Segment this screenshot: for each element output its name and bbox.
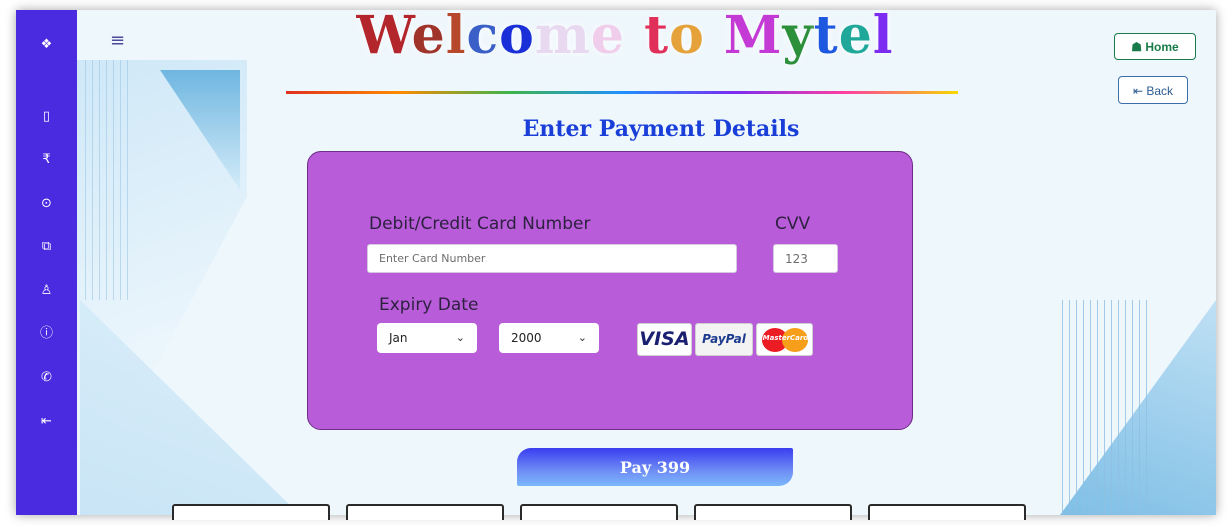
mastercard-logo: MasterCard xyxy=(756,323,813,356)
background-stripes-left xyxy=(85,60,130,300)
copy-icon[interactable]: ⧉ xyxy=(16,239,77,255)
title-letter: m xyxy=(534,5,591,66)
home-button[interactable]: ☗ Home xyxy=(1114,33,1196,60)
expiry-month-select[interactable]: Jan ⌄ xyxy=(377,323,477,353)
phone-icon[interactable]: ✆ xyxy=(16,370,77,386)
title-letter: M xyxy=(723,5,783,66)
cvv-input[interactable]: 123 xyxy=(773,244,838,273)
mastercard-text: MasterCard xyxy=(762,334,809,342)
logout-icon[interactable]: ⇤ xyxy=(16,414,77,430)
title-letter: e xyxy=(590,5,625,66)
plan-card[interactable] xyxy=(694,504,852,520)
card-number-label: Debit/Credit Card Number xyxy=(369,214,591,234)
home-label: Home xyxy=(1145,40,1179,54)
title-letter xyxy=(625,5,644,66)
payment-heading: Enter Payment Details xyxy=(522,116,800,142)
plan-card[interactable] xyxy=(172,504,330,520)
title-letter xyxy=(705,5,724,66)
title-letter: c xyxy=(466,5,500,66)
title-letter: t xyxy=(813,5,839,66)
title-letter: o xyxy=(499,5,535,66)
arrow-circle-icon[interactable]: ⊙ xyxy=(16,196,77,212)
mobile-icon[interactable]: ▯ xyxy=(16,109,77,125)
title-letter: t xyxy=(644,5,670,66)
title-letter: o xyxy=(669,5,705,66)
expiry-date-label: Expiry Date xyxy=(379,295,479,315)
expiry-month-value: Jan xyxy=(389,331,408,345)
chevron-down-icon: ⌄ xyxy=(455,331,465,344)
plan-card[interactable] xyxy=(346,504,504,520)
menu-toggle-icon[interactable]: ≡ xyxy=(110,30,125,51)
background-stripes-right xyxy=(1062,300,1152,515)
expiry-year-value: 2000 xyxy=(511,331,542,345)
page-title: Welcome to Mytel xyxy=(290,4,960,68)
title-letter: l xyxy=(872,5,894,66)
plan-card[interactable] xyxy=(868,504,1026,520)
card-number-input[interactable]: Enter Card Number xyxy=(367,244,737,273)
rupee-icon[interactable]: ₹ xyxy=(16,152,77,168)
chevron-down-icon: ⌄ xyxy=(577,331,587,344)
home-icon: ☗ xyxy=(1131,40,1143,54)
info-icon[interactable]: ⓘ xyxy=(16,326,77,342)
title-letter: W xyxy=(356,5,412,66)
title-letter: e xyxy=(411,5,446,66)
back-icon: ⇤ xyxy=(1132,84,1144,98)
back-button[interactable]: ⇤ Back xyxy=(1118,76,1188,104)
layers-icon[interactable]: ❖ xyxy=(16,37,77,53)
user-icon[interactable]: ♙ xyxy=(16,283,77,299)
expiry-year-select[interactable]: 2000 ⌄ xyxy=(499,323,599,353)
back-label: Back xyxy=(1146,84,1174,98)
visa-logo: VISA xyxy=(637,323,692,356)
title-underline xyxy=(286,91,958,94)
pay-button[interactable]: Pay 399 xyxy=(517,448,793,486)
sidebar: ❖ ▯ ₹ ⊙ ⧉ ♙ ⓘ ✆ ⇤ xyxy=(16,10,77,515)
cvv-label: CVV xyxy=(775,214,811,234)
plan-card[interactable] xyxy=(520,504,678,520)
payment-card-panel xyxy=(307,151,913,430)
title-letter: y xyxy=(782,5,814,66)
paypal-logo: PayPal xyxy=(695,323,753,356)
title-letter: l xyxy=(445,5,467,66)
title-letter: e xyxy=(838,5,873,66)
